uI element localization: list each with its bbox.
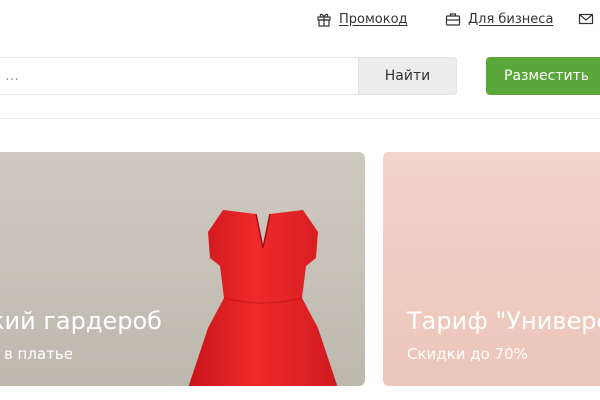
- place-ad-button[interactable]: Разместить: [486, 57, 600, 95]
- find-button[interactable]: Найти: [358, 57, 457, 95]
- promo-label: Промокод: [339, 11, 408, 27]
- search-row: Найти Разместить: [0, 38, 600, 119]
- search-input[interactable]: [0, 57, 358, 95]
- banner-wardrobe-subtitle: о в платье: [0, 345, 73, 363]
- business-label: Для бизнеса: [468, 11, 554, 27]
- banner-wardrobe-title: кий гардероб: [0, 307, 162, 335]
- briefcase-icon: [445, 13, 461, 26]
- envelope-icon: [578, 13, 594, 25]
- red-dress-image: [188, 210, 338, 386]
- banner-tariff-subtitle: Скидки до 70%: [407, 345, 528, 363]
- banner-tariff[interactable]: Тариф "Универсальный" Скидки до 70%: [383, 152, 600, 386]
- mail-link[interactable]: [578, 10, 594, 28]
- top-bar: Промокод Для бизнеса: [0, 0, 600, 38]
- promo-link[interactable]: Промокод: [316, 10, 408, 28]
- gift-icon: [317, 13, 331, 27]
- business-link[interactable]: Для бизнеса: [445, 10, 553, 28]
- banner-tariff-title: Тариф "Универсальный": [407, 307, 600, 335]
- banner-wardrobe[interactable]: кий гардероб о в платье: [0, 152, 365, 386]
